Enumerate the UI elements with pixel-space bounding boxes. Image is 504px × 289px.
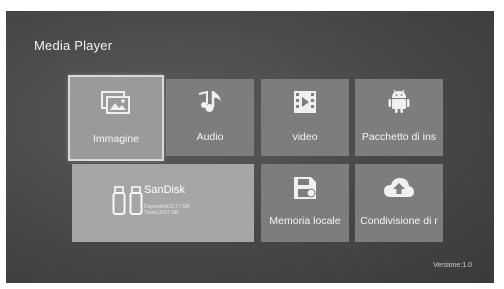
tile-image[interactable]: Immagine <box>68 75 164 161</box>
tile-network-share-label: Condivisione di r <box>360 215 438 227</box>
tile-local-storage[interactable]: Memoria locale <box>261 164 349 242</box>
tile-local-storage-label: Memoria locale <box>269 215 341 227</box>
tile-package-label: Pacchetto di ins <box>361 131 437 143</box>
android-icon <box>388 89 410 113</box>
tile-storage-sandisk[interactable]: SanDisk Disponibile12.77 GB Totale15.57 … <box>72 164 254 242</box>
cloud-upload-icon <box>384 178 414 197</box>
tile-network-share[interactable]: Condivisione di r <box>355 164 443 242</box>
tile-audio[interactable]: Audio <box>166 79 254 156</box>
image-gallery-icon <box>101 91 130 114</box>
tile-image-label: Immagine <box>92 133 140 145</box>
music-note-icon <box>198 90 221 112</box>
tile-package[interactable]: Pacchetto di ins <box>355 79 443 156</box>
media-player-screen: Media Player Immagine Audio video Pacche… <box>6 11 494 283</box>
storage-total: Totale15.57 GB <box>144 210 179 216</box>
usb-drive-icon <box>112 186 143 215</box>
tile-video-label: video <box>292 131 318 143</box>
tile-audio-label: Audio <box>196 131 224 143</box>
save-disk-icon <box>294 177 316 199</box>
film-icon <box>294 91 316 113</box>
page-title: Media Player <box>34 38 113 53</box>
storage-name: SanDisk <box>144 184 185 196</box>
version-label: Versione:1.0 <box>433 262 472 269</box>
tile-video[interactable]: video <box>261 79 349 156</box>
